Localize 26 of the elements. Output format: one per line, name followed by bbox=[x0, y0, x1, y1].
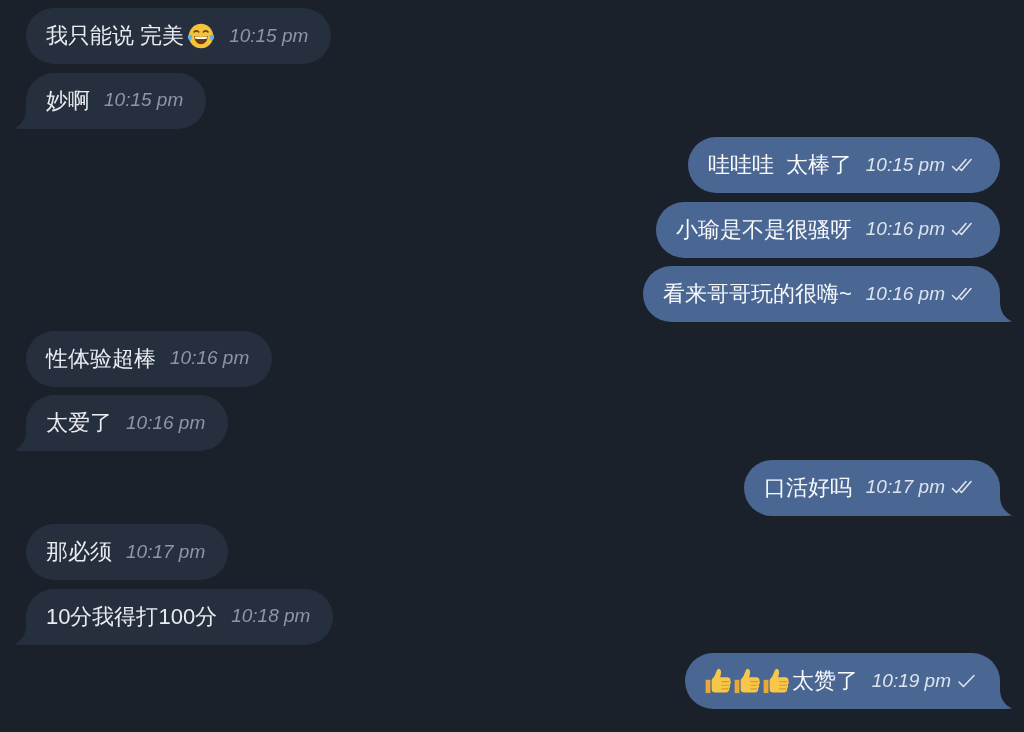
message-text: 10分我得打100分 bbox=[46, 602, 218, 631]
thumbs-up-icon bbox=[733, 668, 760, 694]
thumbs-up-icon bbox=[704, 668, 731, 694]
message-time: 10:16 pm bbox=[126, 410, 206, 435]
message-text: 太爱了 bbox=[46, 409, 112, 437]
message-text: 太赞了 bbox=[791, 667, 858, 695]
message-time: 10:17 pm bbox=[865, 475, 945, 500]
message-time: 10:16 pm bbox=[170, 346, 250, 371]
laughing-face-icon bbox=[187, 23, 216, 49]
message-time: 10:17 pm bbox=[126, 539, 206, 564]
message-time: 10:16 pm bbox=[865, 217, 945, 242]
message-time: 10:18 pm bbox=[231, 604, 311, 629]
message-text: 我只能说 完美 bbox=[46, 22, 185, 50]
message-time: 10:19 pm bbox=[871, 668, 951, 693]
message-time: 10:16 pm bbox=[865, 281, 945, 306]
message-text: 妙啊 bbox=[46, 86, 90, 115]
message-text: 口活好吗 bbox=[763, 473, 852, 502]
thumbs-up-icon bbox=[762, 668, 789, 694]
message-text: 小瑜是不是很骚呀 bbox=[675, 215, 852, 244]
message-text: 看来哥哥玩的很嗨~ bbox=[662, 280, 852, 308]
message-text: 哇哇哇 太棒了 bbox=[707, 151, 852, 179]
message-time: 10:15 pm bbox=[865, 152, 945, 177]
message-time: 10:15 pm bbox=[229, 23, 309, 48]
message-text: 那必须 bbox=[46, 538, 112, 566]
message-time: 10:15 pm bbox=[104, 88, 184, 113]
message-text: 性体验超棒 bbox=[46, 344, 156, 373]
